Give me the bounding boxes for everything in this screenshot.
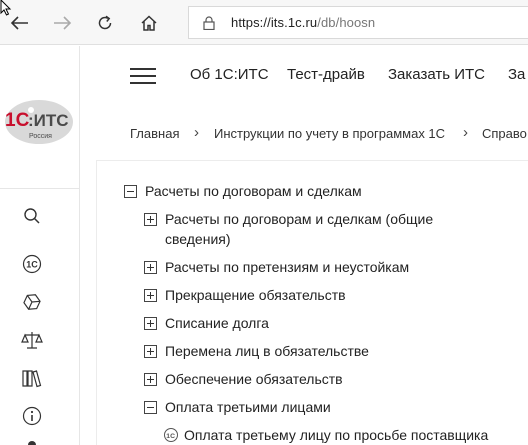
arrow-right-icon	[54, 16, 72, 30]
home-icon	[141, 15, 157, 31]
tree-label: Оплата третьими лицами	[165, 399, 331, 415]
url-text: https://its.1c.ru/db/hoosn	[231, 15, 376, 30]
collapse-icon[interactable]	[144, 401, 157, 414]
tree-node[interactable]: Списание долга	[144, 313, 269, 333]
tree-node[interactable]: Обеспечение обязательств	[144, 369, 343, 389]
menu-item-about[interactable]: Об 1С:ИТС	[190, 66, 269, 83]
chevron-right-icon: ›	[463, 124, 468, 141]
reload-button[interactable]	[88, 6, 122, 40]
tree-label: Оплата третьему лицу по просьбе поставщи…	[184, 427, 489, 443]
mouse-cursor-icon	[0, 0, 12, 16]
breadcrumb: Главная › Инструкции по учету в программ…	[81, 106, 528, 160]
tree-label: Перемена лиц в обязательстве	[165, 343, 369, 359]
forward-button[interactable]	[46, 6, 80, 40]
browser-toolbar: https://its.1c.ru/db/hoosn	[0, 0, 528, 45]
cube-icon[interactable]	[20, 290, 44, 314]
expand-icon[interactable]	[144, 261, 157, 274]
1c-document-icon: 1С	[164, 428, 178, 442]
breadcrumb-instructions[interactable]: Инструкции по учету в программах 1С	[214, 126, 445, 141]
tree-label: Прекращение обязательств	[165, 287, 346, 303]
svg-text:Россия: Россия	[29, 133, 52, 140]
content-panel: Расчеты по договорам и сделкам Расчеты п…	[96, 160, 528, 445]
info-icon[interactable]	[20, 404, 44, 428]
tree-label: Расчеты по договорам и сделкам (общие све…	[165, 211, 434, 247]
expand-icon[interactable]	[144, 345, 157, 358]
1c-icon[interactable]: 1С	[20, 252, 44, 276]
svg-text::ИТС: :ИТС	[28, 111, 69, 130]
tree-node[interactable]: Расчеты по договорам и сделкам (общие све…	[144, 209, 433, 249]
top-menu: Об 1С:ИТС Тест-драйв Заказать ИТС За	[81, 46, 528, 106]
expand-icon[interactable]	[144, 289, 157, 302]
scales-icon[interactable]	[20, 328, 44, 352]
hamburger-menu-icon[interactable]	[130, 68, 156, 84]
menu-item-test-drive[interactable]: Тест-драйв	[287, 66, 365, 83]
tree-node-root[interactable]: Расчеты по договорам и сделкам	[124, 181, 362, 201]
svg-text:1С: 1С	[166, 433, 175, 440]
reload-icon	[98, 15, 112, 30]
tree-node[interactable]: Оплата третьими лицами	[144, 397, 331, 417]
tree-label: Обеспечение обязательств	[165, 371, 343, 387]
svg-text:1С: 1С	[26, 260, 38, 270]
tree-label: Расчеты по договорам и сделкам	[145, 183, 362, 199]
expand-icon[interactable]	[144, 373, 157, 386]
arrow-left-icon	[10, 16, 28, 30]
tree-label: Расчеты по претензиям и неустойкам	[165, 259, 410, 275]
left-rail: 1С :ИТС Россия 1С	[0, 46, 80, 445]
home-button[interactable]	[132, 6, 166, 40]
svg-text:1С: 1С	[5, 110, 30, 131]
tree-leaf[interactable]: 1С Оплата третьему лицу по просьбе поста…	[163, 425, 488, 445]
menu-item-order[interactable]: Заказать ИТС	[388, 66, 485, 83]
books-icon[interactable]	[20, 366, 44, 390]
tree-node[interactable]: Перемена лиц в обязательстве	[144, 341, 369, 361]
tree-label: Списание долга	[165, 315, 269, 331]
main-area: Об 1С:ИТС Тест-драйв Заказать ИТС За Гла…	[81, 46, 528, 445]
search-icon[interactable]	[20, 204, 44, 228]
expand-icon[interactable]	[144, 317, 157, 330]
menu-item-truncated[interactable]: За	[508, 66, 525, 83]
chevron-right-icon: ›	[194, 124, 199, 141]
address-bar[interactable]: https://its.1c.ru/db/hoosn	[188, 6, 528, 39]
tree-node[interactable]: Расчеты по претензиям и неустойкам	[144, 257, 409, 277]
tree-node[interactable]: Прекращение обязательств	[144, 285, 346, 305]
its-logo[interactable]: 1С :ИТС Россия	[2, 100, 74, 152]
breadcrumb-reference[interactable]: Справо	[482, 126, 527, 141]
rail-divider	[0, 188, 80, 189]
collapse-icon[interactable]	[124, 185, 137, 198]
lock-icon	[201, 15, 217, 31]
expand-icon[interactable]	[144, 213, 157, 226]
partial-icon	[28, 441, 36, 445]
breadcrumb-home[interactable]: Главная	[130, 126, 179, 141]
